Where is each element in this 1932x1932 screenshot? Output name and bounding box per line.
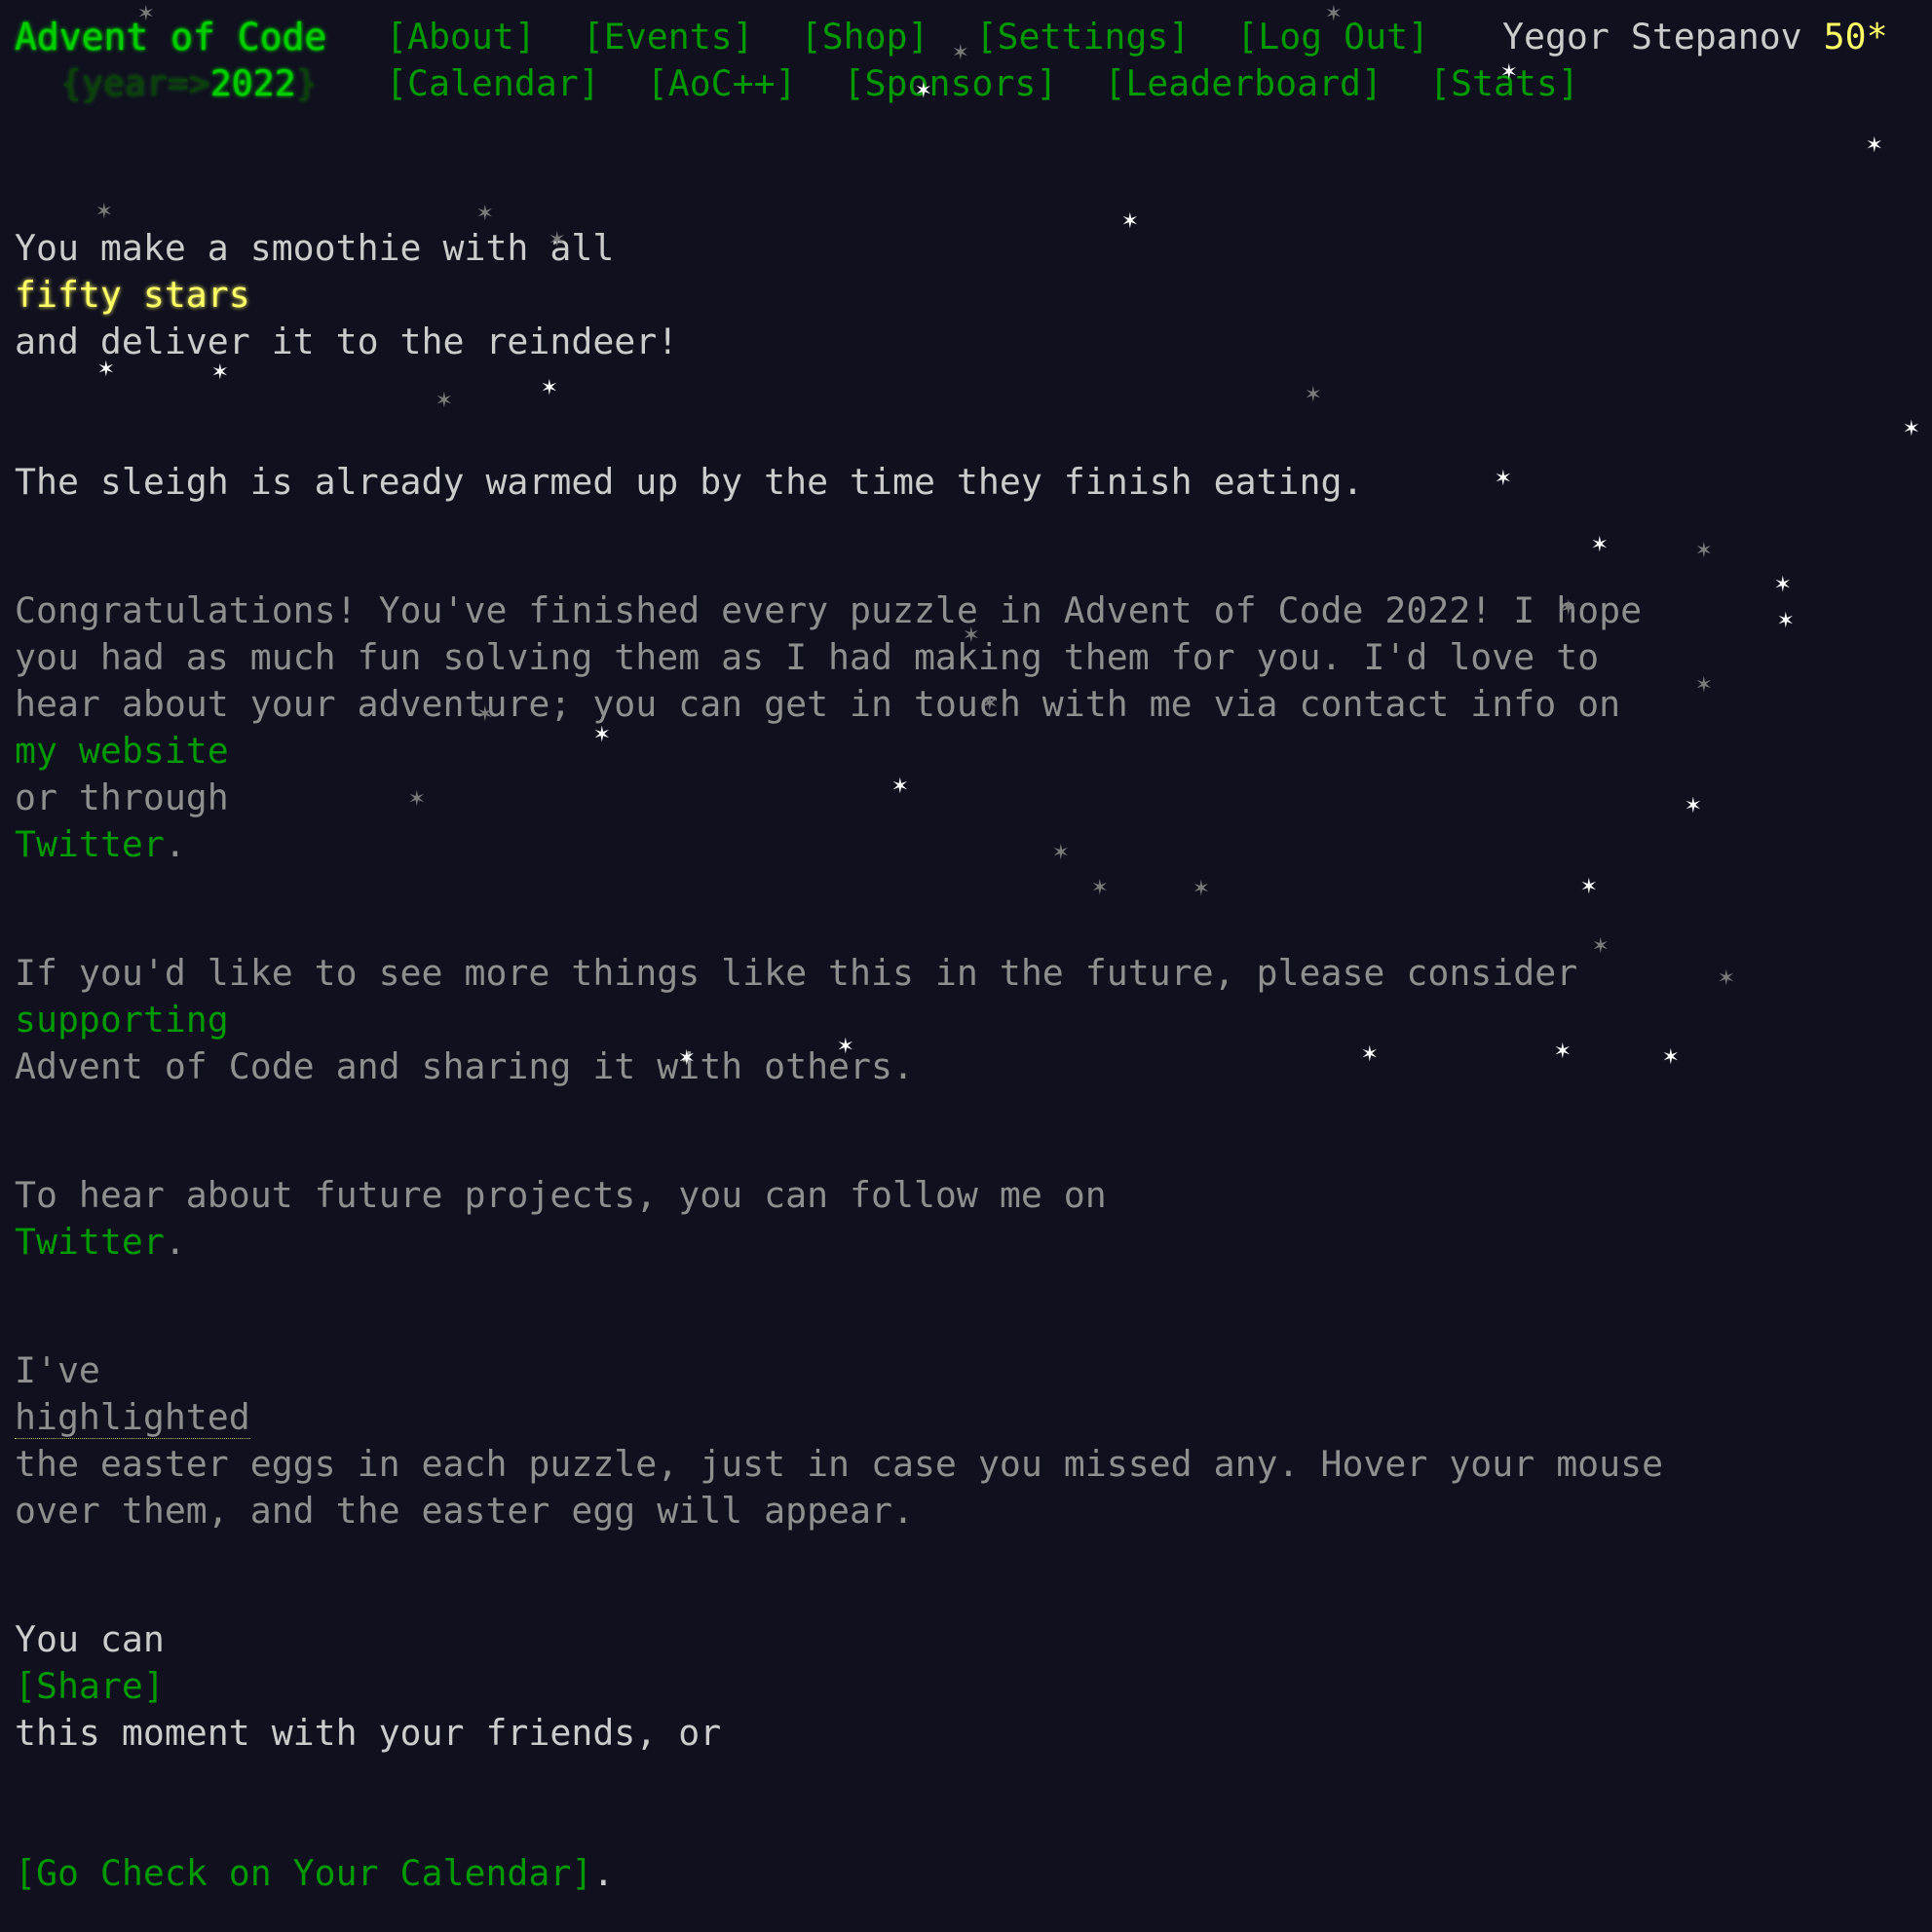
nav-leaderboard[interactable]: [Leaderboard] (1104, 62, 1383, 104)
my-website-link[interactable]: my website (15, 730, 229, 772)
hear-text: To hear about future projects, you can f… (15, 1174, 1107, 1216)
primary-nav: [About] [Events] [Shop] [Settings] [Log Out] (386, 14, 1476, 60)
star-icon: ✶ (1696, 535, 1712, 564)
eggs-text-1: I've (15, 1349, 100, 1391)
share-text-1: You can (15, 1618, 165, 1660)
period-3: . (592, 1852, 615, 1894)
calendar-link[interactable]: [Go Check on Your Calendar] (15, 1852, 592, 1894)
star-icon: ✶ (1775, 569, 1791, 598)
nav-log-out[interactable]: [Log Out] (1236, 16, 1429, 57)
support-paragraph: If you'd like to see more things like th… (15, 903, 1690, 1090)
year-indicator: {year=>2022} (60, 60, 318, 107)
user-status: Yegor Stepanov 50* (1502, 14, 1888, 60)
future-text-2: Advent of Code and sharing it with other… (15, 1045, 914, 1087)
nav-shop[interactable]: [Shop] (801, 16, 929, 57)
star-icon: ✶ (1696, 669, 1712, 699)
nav-about[interactable]: [About] (386, 16, 536, 57)
star-icon: ✶ (1904, 413, 1919, 442)
year-suffix: } (295, 62, 318, 104)
star-count: 50* (1823, 16, 1888, 57)
intro-paragraph: You make a smoothie with all fifty stars… (15, 178, 1690, 506)
eggs-text-2: the easter eggs in each puzzle, just in … (15, 1443, 1664, 1532)
fifty-stars-highlight: fifty stars (15, 274, 250, 316)
share-paragraph: You can [Share] this moment with your fr… (15, 1570, 1690, 1897)
nav-stats[interactable]: [Stats] (1429, 62, 1579, 104)
share-text-2: this moment with your friends, or (15, 1712, 722, 1754)
easter-eggs-paragraph: I've highlighted the easter eggs in each… (15, 1301, 1690, 1534)
period-1: . (164, 823, 186, 865)
year-value: 2022 (209, 62, 296, 104)
year-prefix: {year=> (60, 62, 210, 104)
star-icon: ✶ (1867, 130, 1882, 159)
twitter-link-2[interactable]: Twitter (15, 1221, 165, 1263)
user-name: Yegor Stepanov (1502, 16, 1802, 57)
nav-aocplusplus[interactable]: [AoC++] (647, 62, 797, 104)
period-2: . (164, 1221, 186, 1263)
twitter-link-1[interactable]: Twitter (15, 823, 165, 865)
nav-events[interactable]: [Events] (583, 16, 754, 57)
future-text: If you'd like to see more things like th… (15, 952, 1578, 994)
intro-text-1: You make a smoothie with all (15, 227, 615, 269)
follow-paragraph: To hear about future projects, you can f… (15, 1125, 1690, 1266)
congrats-paragraph: Congratulations! You've finished every p… (15, 541, 1690, 868)
intro-text-2: and deliver it to the reindeer! (15, 321, 679, 362)
share-link[interactable]: [Share] (15, 1665, 165, 1707)
nav-settings[interactable]: [Settings] (976, 16, 1191, 57)
supporting-link[interactable]: supporting (15, 999, 229, 1041)
site-title[interactable]: Advent of Code (15, 14, 326, 60)
nav-calendar[interactable]: [Calendar] (386, 62, 600, 104)
intro-text-3: The sleigh is already warmed up by the t… (15, 461, 1364, 503)
or-through-text: or through (15, 777, 229, 818)
main-content: You make a smoothie with all fifty stars… (15, 178, 1690, 1932)
star-icon: ✶ (1778, 605, 1794, 634)
star-icon: ✶ (1719, 963, 1734, 992)
congrats-text: Congratulations! You've finished every p… (15, 589, 1643, 725)
nav-sponsors[interactable]: [Sponsors] (844, 62, 1058, 104)
highlighted-term[interactable]: highlighted (15, 1396, 250, 1439)
secondary-nav: [Calendar] [AoC++] [Sponsors] [Leaderboard]… (386, 60, 1626, 107)
